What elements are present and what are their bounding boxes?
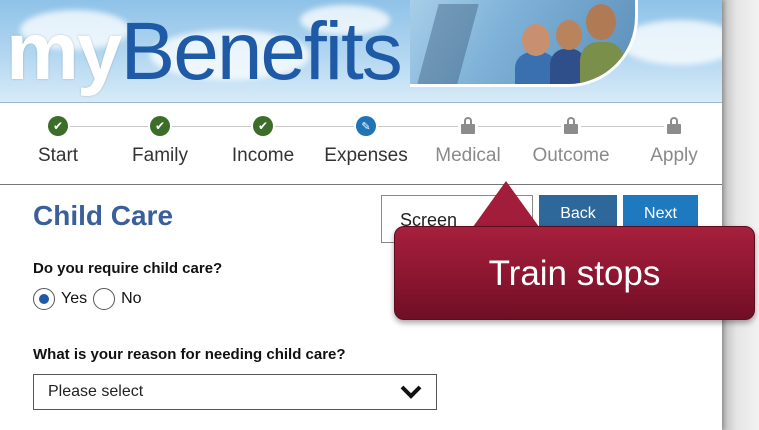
step-apply: Apply: [624, 108, 722, 167]
mybenefits-logo[interactable]: myBenefits: [6, 4, 403, 100]
logo-my: my: [6, 6, 123, 97]
app-frame: myBenefits ✔ Start ✔ Family ✔ Income ✎ E…: [0, 0, 722, 430]
no-label[interactable]: No: [121, 290, 141, 308]
train-stops-callout: Train stops: [394, 226, 755, 320]
check-icon: ✔: [253, 116, 273, 136]
ladder-silhouette: [417, 4, 479, 84]
child-face: [556, 20, 582, 50]
child-care-question: Do you require child care?: [33, 260, 223, 277]
child-care-reason-select[interactable]: Please select: [33, 374, 437, 410]
section-divider: [0, 184, 722, 185]
step-label: Family: [132, 145, 188, 166]
person-shirt: [580, 42, 624, 84]
step-medical: Medical: [418, 108, 518, 167]
step-label: Outcome: [532, 145, 610, 166]
step-label: Start: [37, 145, 79, 166]
select-value: Please select: [48, 383, 144, 400]
lock-icon: [561, 116, 581, 136]
step-start[interactable]: ✔ Start: [8, 108, 108, 167]
step-label: Apply: [650, 145, 698, 166]
family-photo: [410, 0, 638, 87]
person-face: [522, 24, 550, 56]
yes-radio[interactable]: [33, 288, 55, 310]
right-page-shadow: [722, 0, 759, 430]
callout-pointer: [470, 181, 542, 231]
header-banner: myBenefits: [0, 0, 722, 103]
yes-label[interactable]: Yes: [61, 290, 87, 308]
progress-steps: ✔ Start ✔ Family ✔ Income ✎ Expenses Med…: [0, 108, 722, 184]
child-care-radio-group: Yes No: [33, 288, 148, 310]
step-label: Medical: [435, 145, 501, 166]
no-radio[interactable]: [93, 288, 116, 310]
page-title: Child Care: [33, 200, 174, 231]
lock-icon: [458, 116, 478, 136]
logo-benefits: Benefits: [120, 6, 403, 97]
step-label: Income: [231, 145, 295, 166]
child-care-reason-question: What is your reason for needing child ca…: [33, 346, 346, 363]
step-expenses[interactable]: ✎ Expenses: [316, 108, 416, 167]
step-family[interactable]: ✔ Family: [110, 108, 210, 167]
person-face: [586, 4, 616, 40]
chevron-down-icon: [400, 385, 422, 399]
check-icon: ✔: [48, 116, 68, 136]
step-outcome: Outcome: [521, 108, 621, 167]
step-income[interactable]: ✔ Income: [213, 108, 313, 167]
step-label: Expenses: [324, 145, 408, 166]
lock-icon: [664, 116, 684, 136]
pencil-icon: ✎: [356, 116, 376, 136]
check-icon: ✔: [150, 116, 170, 136]
